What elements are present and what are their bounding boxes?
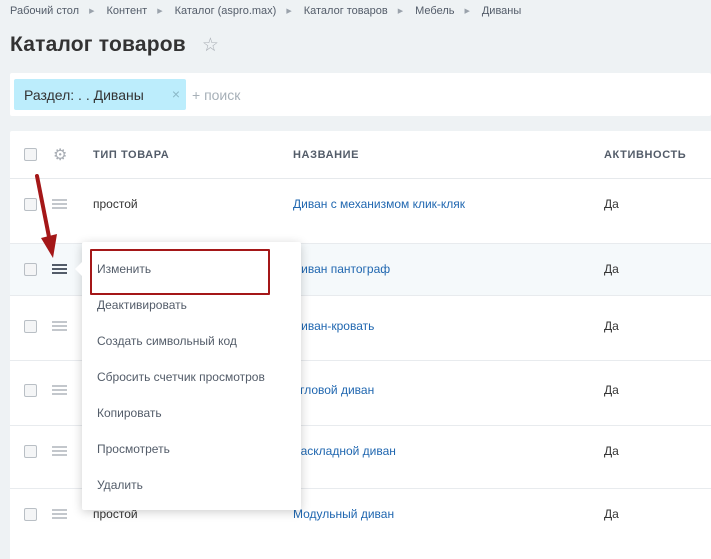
menu-item-copy[interactable]: Копировать [97,406,162,420]
row-checkbox[interactable] [24,263,37,276]
breadcrumb-item[interactable]: Каталог товаров [304,5,388,17]
breadcrumb-item[interactable]: Диваны [482,5,521,17]
select-all-checkbox[interactable] [24,148,37,161]
cell-name[interactable]: Диван-кровать [293,319,374,333]
cell-active: Да [604,507,619,521]
title-row: Каталог товаров ☆ [10,33,219,57]
column-header-name[interactable]: НАЗВАНИЕ [293,149,359,161]
menu-item-delete[interactable]: Удалить [97,478,143,492]
cell-name[interactable]: Угловой диван [293,383,374,397]
menu-pointer [75,262,82,276]
column-header-type[interactable]: ТИП ТОВАРА [93,149,169,161]
breadcrumb-item[interactable]: Каталог (aspro.max) [175,5,277,17]
breadcrumb-item[interactable]: Контент [106,5,147,17]
menu-item-reset-counter[interactable]: Сбросить счетчик просмотров [97,370,265,384]
filter-bar[interactable]: Раздел: . . Диваны × + поиск [10,73,711,116]
cell-type: простой [93,197,138,211]
menu-icon[interactable] [52,385,67,396]
menu-item-view[interactable]: Просмотреть [97,442,170,456]
menu-icon[interactable] [52,321,67,332]
arrow-down-icon [35,174,57,258]
row-checkbox[interactable] [24,445,37,458]
cell-active: Да [604,383,619,397]
cell-name[interactable]: Диван пантограф [293,262,390,276]
chevron-right-icon: ▶ [397,8,404,15]
cell-name[interactable]: Раскладной диван [293,444,396,458]
menu-icon[interactable] [52,446,67,457]
filter-chip[interactable]: Раздел: . . Диваны × [14,79,186,110]
column-header-active[interactable]: АКТИВНОСТЬ [604,149,686,161]
menu-item-create-code[interactable]: Создать символьный код [97,334,237,348]
chevron-right-icon: ▶ [157,8,163,15]
row-checkbox[interactable] [24,320,37,333]
star-icon[interactable]: ☆ [202,36,219,55]
row-checkbox[interactable] [24,508,37,521]
grid-header: ⚙ ТИП ТОВАРА НАЗВАНИЕ АКТИВНОСТЬ [10,131,711,179]
chevron-right-icon: ▶ [464,8,470,15]
cell-active: Да [604,444,619,458]
cell-name[interactable]: Модульный диван [293,507,394,521]
highlight-box [90,249,270,295]
chevron-right-icon: ▶ [286,8,292,15]
menu-icon[interactable] [52,264,67,275]
table-row[interactable]: простой Диван с механизмом клик-кляк Да [10,179,711,244]
breadcrumb-item[interactable]: Рабочий стол [10,5,79,17]
cell-active: Да [604,197,619,211]
row-checkbox[interactable] [24,384,37,397]
breadcrumb: Рабочий стол ▶ Контент ▶ Каталог (aspro.… [10,3,521,19]
search-input[interactable]: + поиск [192,87,240,103]
menu-icon[interactable] [52,509,67,520]
filter-chip-label: Раздел: . . Диваны [24,86,144,103]
cell-name[interactable]: Диван с механизмом клик-кляк [293,197,465,211]
cell-active: Да [604,262,619,276]
close-icon[interactable]: × [172,86,180,102]
breadcrumb-item[interactable]: Мебель [415,5,454,17]
page-title: Каталог товаров [10,33,186,56]
gear-icon[interactable]: ⚙ [53,145,67,165]
cell-active: Да [604,319,619,333]
chevron-right-icon: ▶ [89,8,95,15]
menu-item-deactivate[interactable]: Деактивировать [97,298,187,312]
